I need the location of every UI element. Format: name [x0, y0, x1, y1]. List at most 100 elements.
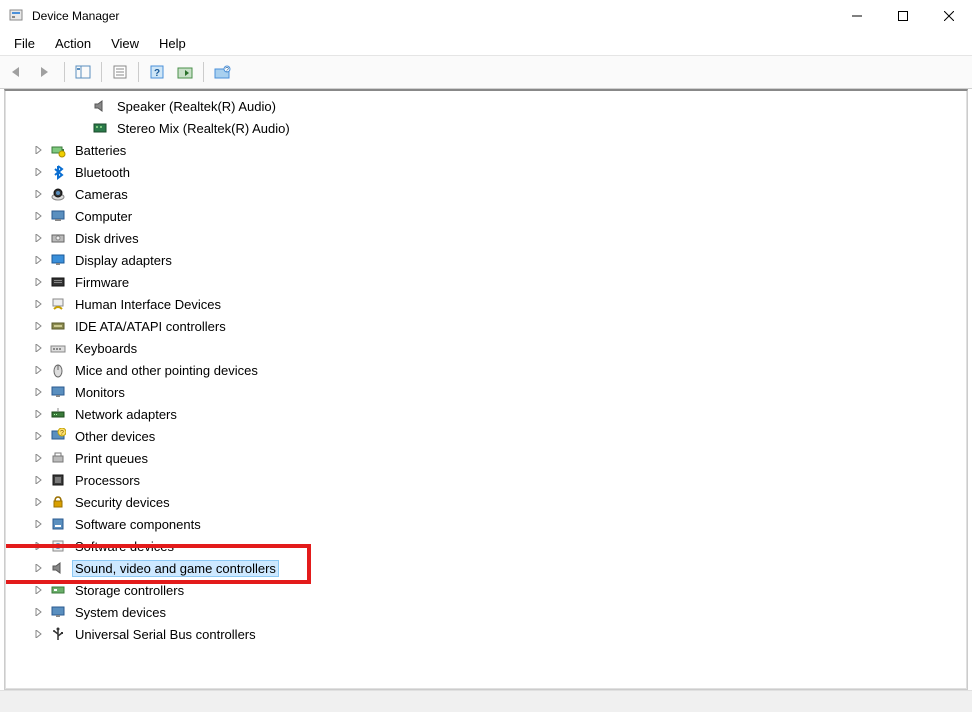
app-icon — [8, 8, 24, 24]
device-node[interactable]: Speaker (Realtek(R) Audio) — [6, 95, 966, 117]
statusbar — [0, 690, 972, 712]
toolbar-separator — [138, 62, 139, 82]
expander-icon[interactable] — [32, 564, 46, 572]
expander-icon[interactable] — [32, 410, 46, 418]
category-node[interactable]: Print queues — [6, 447, 966, 469]
show-hide-tree-button[interactable] — [71, 60, 95, 84]
back-button[interactable] — [6, 60, 30, 84]
expander-icon[interactable] — [32, 300, 46, 308]
expander-icon[interactable] — [32, 454, 46, 462]
keyboard-icon — [50, 340, 68, 356]
category-label: Other devices — [72, 428, 158, 445]
category-node[interactable]: Sound, video and game controllers — [6, 557, 966, 579]
category-node[interactable]: Computer — [6, 205, 966, 227]
category-node[interactable]: Bluetooth — [6, 161, 966, 183]
expander-icon[interactable] — [32, 498, 46, 506]
expander-icon[interactable] — [32, 608, 46, 616]
menu-help[interactable]: Help — [151, 34, 194, 53]
expander-icon[interactable] — [32, 190, 46, 198]
help-button[interactable]: ? — [145, 60, 169, 84]
computer-icon — [50, 208, 68, 224]
network-icon — [50, 406, 68, 422]
category-label: Mice and other pointing devices — [72, 362, 261, 379]
category-node[interactable]: Disk drives — [6, 227, 966, 249]
ide-icon — [50, 318, 68, 334]
menu-file[interactable]: File — [6, 34, 43, 53]
window-title: Device Manager — [32, 9, 834, 23]
category-node[interactable]: Human Interface Devices — [6, 293, 966, 315]
display-icon — [50, 252, 68, 268]
category-node[interactable]: IDE ATA/ATAPI controllers — [6, 315, 966, 337]
category-node[interactable]: Cameras — [6, 183, 966, 205]
category-label: Security devices — [72, 494, 173, 511]
category-node[interactable]: Mice and other pointing devices — [6, 359, 966, 381]
expander-icon[interactable] — [32, 630, 46, 638]
expander-icon[interactable] — [32, 212, 46, 220]
device-node[interactable]: Stereo Mix (Realtek(R) Audio) — [6, 117, 966, 139]
forward-button[interactable] — [34, 60, 58, 84]
expander-icon[interactable] — [32, 476, 46, 484]
device-tree[interactable]: Speaker (Realtek(R) Audio) Stereo Mix (Re… — [5, 91, 967, 689]
category-node[interactable]: Software components — [6, 513, 966, 535]
hid-icon — [50, 296, 68, 312]
camera-icon — [50, 186, 68, 202]
category-node[interactable]: Firmware — [6, 271, 966, 293]
menu-view[interactable]: View — [103, 34, 147, 53]
expander-icon[interactable] — [32, 520, 46, 528]
category-label: Sound, video and game controllers — [72, 560, 279, 577]
toolbar: ? ? — [0, 55, 972, 89]
audio-chip-icon — [92, 120, 110, 136]
disk-icon — [50, 230, 68, 246]
category-node[interactable]: Software devices — [6, 535, 966, 557]
category-node[interactable]: Keyboards — [6, 337, 966, 359]
category-label: Processors — [72, 472, 143, 489]
expander-icon[interactable] — [32, 146, 46, 154]
expander-icon[interactable] — [32, 388, 46, 396]
category-label: IDE ATA/ATAPI controllers — [72, 318, 229, 335]
menubar: File Action View Help — [0, 32, 972, 55]
category-label: Network adapters — [72, 406, 180, 423]
category-node[interactable]: Monitors — [6, 381, 966, 403]
expander-icon[interactable] — [32, 542, 46, 550]
category-label: Universal Serial Bus controllers — [72, 626, 259, 643]
category-label: Batteries — [72, 142, 129, 159]
category-label: System devices — [72, 604, 169, 621]
minimize-button[interactable] — [834, 0, 880, 32]
category-label: Bluetooth — [72, 164, 133, 181]
category-label: Keyboards — [72, 340, 140, 357]
category-node[interactable]: System devices — [6, 601, 966, 623]
cpu-icon — [50, 472, 68, 488]
expander-icon[interactable] — [32, 366, 46, 374]
expander-icon[interactable] — [32, 234, 46, 242]
software-dev-icon — [50, 538, 68, 554]
expander-icon[interactable] — [32, 344, 46, 352]
svg-text:?: ? — [60, 430, 64, 437]
toolbar-separator — [101, 62, 102, 82]
category-node[interactable]: Processors — [6, 469, 966, 491]
device-label: Speaker (Realtek(R) Audio) — [114, 98, 279, 115]
menu-action[interactable]: Action — [47, 34, 99, 53]
maximize-button[interactable] — [880, 0, 926, 32]
category-label: Software devices — [72, 538, 177, 555]
scan-hardware-button[interactable] — [173, 60, 197, 84]
category-node[interactable]: Storage controllers — [6, 579, 966, 601]
expander-icon[interactable] — [32, 432, 46, 440]
expander-icon[interactable] — [32, 168, 46, 176]
firmware-icon — [50, 274, 68, 290]
expander-icon[interactable] — [32, 278, 46, 286]
svg-text:?: ? — [154, 68, 160, 79]
category-node[interactable]: Batteries — [6, 139, 966, 161]
category-node[interactable]: Display adapters — [6, 249, 966, 271]
toolbar-separator — [203, 62, 204, 82]
expander-icon[interactable] — [32, 586, 46, 594]
properties-button[interactable] — [108, 60, 132, 84]
category-node[interactable]: ? Other devices — [6, 425, 966, 447]
add-legacy-button[interactable]: ? — [210, 60, 234, 84]
category-node[interactable]: Universal Serial Bus controllers — [6, 623, 966, 645]
category-node[interactable]: Network adapters — [6, 403, 966, 425]
category-node[interactable]: Security devices — [6, 491, 966, 513]
close-button[interactable] — [926, 0, 972, 32]
bluetooth-icon — [50, 164, 68, 180]
expander-icon[interactable] — [32, 322, 46, 330]
expander-icon[interactable] — [32, 256, 46, 264]
